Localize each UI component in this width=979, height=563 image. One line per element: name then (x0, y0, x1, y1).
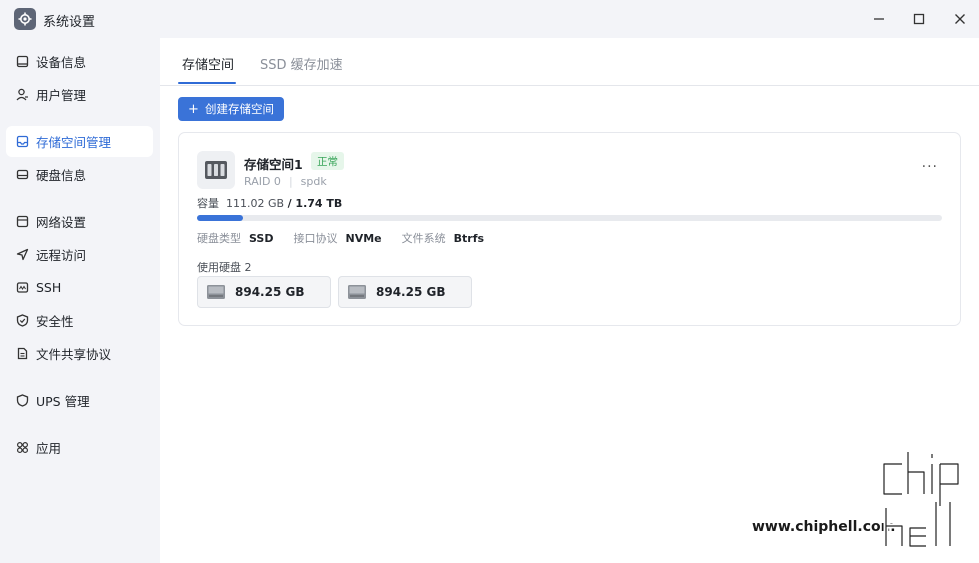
sidebar-item-ups[interactable]: UPS 管理 (6, 385, 153, 416)
user-icon (15, 88, 29, 102)
filesystem-label: 文件系统 (401, 232, 446, 245)
maximize-icon (913, 13, 925, 25)
sidebar-item-security[interactable]: 安全性 (6, 305, 153, 336)
sidebar-item-network[interactable]: 网络设置 (6, 206, 153, 237)
sidebar-item-label: 安全性 (36, 314, 74, 329)
disk-size: 894.25 GB (376, 285, 446, 299)
server-icon (197, 151, 235, 189)
shield-icon (15, 394, 29, 408)
pool-name: 存储空间1 (244, 157, 303, 172)
sidebar: 设备信息 用户管理 存储空间管理 硬盘信息 网络设置 远程访问 SSH 安全性 … (0, 38, 160, 563)
shield-check-icon (15, 314, 29, 328)
storage-pool-card: 存储空间1 正常 RAID 0 | spdk ··· 容量 111.02 GB / … (178, 132, 961, 326)
sidebar-item-ssh[interactable]: SSH (6, 272, 153, 303)
maximize-button[interactable] (910, 10, 928, 28)
tab-ssd-cache[interactable]: SSD 缓存加速 (260, 54, 343, 73)
main-panel: 存储空间 SSD 缓存加速 + 创建存储空间 存储空间1 正常 RAID 0 | s… (160, 38, 979, 563)
sidebar-item-user-management[interactable]: 用户管理 (6, 79, 153, 110)
storage-icon (15, 135, 29, 149)
pool-properties: 硬盘类型 SSD 接口协议 NVMe 文件系统 Btrfs (197, 230, 504, 246)
disk-item[interactable]: 894.25 GB (197, 276, 331, 308)
apps-icon (15, 441, 29, 455)
capacity-label: 容量 (197, 197, 219, 210)
pool-engine: spdk (300, 175, 327, 188)
disk-type-value: SSD (249, 232, 274, 245)
filesystem-value: Btrfs (453, 232, 485, 245)
terminal-icon (15, 281, 29, 295)
disk-type-label: 硬盘类型 (197, 232, 241, 245)
interface-label: 接口协议 (293, 232, 338, 245)
more-options-button[interactable]: ··· (922, 159, 938, 175)
sidebar-item-label: 硬盘信息 (36, 168, 87, 183)
tab-bar: 存储空间 SSD 缓存加速 (160, 38, 979, 86)
hdd-icon (207, 285, 225, 299)
file-icon (15, 347, 29, 361)
watermark-text: www.chiphell.com (752, 519, 896, 535)
create-storage-button[interactable]: + 创建存储空间 (178, 97, 284, 121)
pool-meta: RAID 0 | spdk (244, 175, 327, 188)
sidebar-item-apps[interactable]: 应用 (6, 432, 153, 463)
capacity-bar-fill (197, 215, 244, 221)
sidebar-item-label: 应用 (36, 441, 62, 456)
create-storage-label: 创建存储空间 (204, 102, 274, 116)
sidebar-item-label: 存储空间管理 (36, 135, 112, 150)
interface-value: NVMe (345, 232, 382, 245)
sidebar-item-label: 远程访问 (36, 248, 87, 263)
capacity-used: 111.02 GB (226, 197, 285, 210)
hdd-icon (348, 285, 366, 299)
sidebar-item-disk-info[interactable]: 硬盘信息 (6, 159, 153, 190)
tab-storage-space[interactable]: 存储空间 (182, 54, 234, 73)
status-badge: 正常 (311, 152, 344, 170)
sidebar-item-file-sharing[interactable]: 文件共享协议 (6, 338, 153, 369)
disk-size: 894.25 GB (235, 285, 305, 299)
sidebar-item-label: SSH (36, 280, 62, 295)
title-bar: 系统设置 (0, 0, 979, 38)
plus-icon: + (188, 101, 199, 117)
disk-icon (15, 168, 29, 182)
close-icon (955, 14, 965, 24)
sidebar-item-label: 网络设置 (36, 215, 87, 230)
active-tab-indicator (178, 82, 236, 84)
sidebar-item-label: 用户管理 (36, 88, 87, 103)
send-icon (15, 248, 29, 262)
capacity-text: 容量 111.02 GB / 1.74 TB (197, 197, 343, 210)
capacity-total: 1.74 TB (295, 197, 343, 210)
sidebar-item-storage-management[interactable]: 存储空间管理 (6, 126, 153, 157)
close-button[interactable] (951, 10, 969, 28)
sidebar-item-label: 文件共享协议 (36, 347, 112, 362)
chiphell-logo-icon (881, 452, 961, 549)
capacity-bar (197, 215, 942, 221)
monitor-icon (15, 55, 29, 69)
gear-icon (14, 8, 36, 30)
disk-item[interactable]: 894.25 GB (338, 276, 472, 308)
sidebar-item-remote-access[interactable]: 远程访问 (6, 239, 153, 270)
disks-label: 使用硬盘 2 (197, 261, 252, 274)
raid-level: RAID 0 (244, 175, 281, 188)
minimize-button[interactable] (870, 10, 888, 28)
minimize-icon (874, 18, 884, 20)
sidebar-item-device-info[interactable]: 设备信息 (6, 46, 153, 77)
window-title: 系统设置 (43, 15, 96, 30)
network-icon (15, 215, 29, 229)
sidebar-item-label: UPS 管理 (36, 394, 90, 409)
sidebar-item-label: 设备信息 (36, 55, 87, 70)
